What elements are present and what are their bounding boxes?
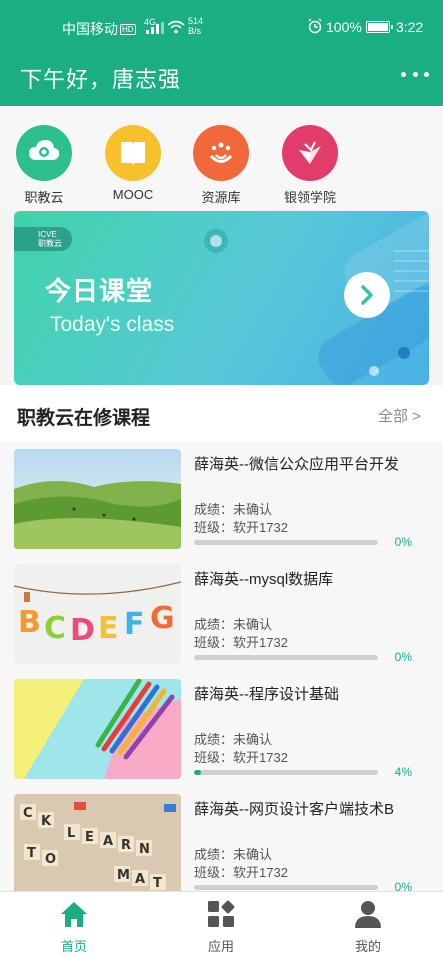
- app-label: 资源库: [201, 190, 241, 205]
- svg-text:F: F: [124, 607, 145, 642]
- tab-profile[interactable]: 我的: [318, 900, 418, 955]
- svg-text:M: M: [117, 868, 130, 883]
- tab-label: 应用: [207, 939, 234, 954]
- course-item[interactable]: 薛海英--微信公众应用平台开发 成绩：未确认 班级：软开1732 0%: [0, 449, 443, 564]
- network-speed: 514 B/s: [188, 16, 203, 36]
- profile-icon: [355, 901, 381, 928]
- course-grade: 成绩：未确认: [194, 732, 273, 747]
- banner-title: 今日课堂: [45, 276, 154, 306]
- banner-subtitle: Today's class: [50, 313, 175, 336]
- resource-icon: [193, 125, 249, 181]
- svg-text:R: R: [121, 838, 131, 853]
- course-grade: 成绩：未确认: [194, 847, 273, 862]
- app-label: 职教云: [24, 190, 64, 205]
- progress-bar: [194, 655, 378, 660]
- battery-level: 100%: [326, 19, 362, 35]
- svg-text:B: B: [18, 605, 41, 640]
- home-icon: [61, 902, 87, 927]
- course-class: 班级：软开1732: [194, 865, 288, 880]
- app-label: MOOC: [112, 187, 154, 202]
- svg-text:A: A: [135, 872, 145, 887]
- signal-icon: [146, 22, 164, 34]
- today-class-banner[interactable]: ICVE 职教云 今日课堂 Today's class: [14, 211, 429, 385]
- greeting-title: 下午好，唐志强: [20, 67, 182, 92]
- quick-apps: 职教云 MOOC 资源库 银领学院: [0, 106, 443, 210]
- app-resource-library[interactable]: 资源库: [181, 125, 261, 206]
- course-item[interactable]: B C D E F G 薛海英--mysql数据库 成绩：未确认 班级：软开17…: [0, 564, 443, 679]
- battery-icon: [366, 21, 393, 33]
- speed-value: 514: [188, 16, 204, 26]
- course-name: 薛海英--微信公众应用平台开发: [194, 456, 399, 473]
- section-title: 职教云在修课程: [17, 408, 151, 429]
- clock: 3:22: [396, 19, 424, 35]
- svg-text:K: K: [41, 814, 52, 829]
- banner-decoration: [204, 212, 429, 385]
- app-mooc[interactable]: MOOC: [93, 125, 173, 202]
- status-bar: 中国移动 HD 4G 514 B/s 100% 3:22: [0, 0, 443, 50]
- svg-text:T: T: [27, 846, 36, 861]
- course-thumbnail: [14, 449, 181, 549]
- course-thumbnail: [14, 679, 181, 779]
- progress-bar: [194, 885, 378, 890]
- tab-apps[interactable]: 应用: [171, 900, 271, 955]
- academy-icon: [282, 125, 338, 181]
- svg-text:G: G: [150, 601, 175, 636]
- svg-text:E: E: [98, 611, 119, 646]
- course-grade: 成绩：未确认: [194, 617, 273, 632]
- progress-label: 0%: [394, 535, 412, 549]
- svg-text:T: T: [153, 876, 162, 891]
- carrier-label: 中国移动: [62, 21, 118, 37]
- book-icon: [105, 125, 161, 181]
- svg-text:L: L: [67, 826, 75, 841]
- app-label: 银领学院: [283, 190, 336, 205]
- alarm-icon: [308, 18, 322, 34]
- tab-home[interactable]: 首页: [24, 900, 124, 955]
- view-all-link[interactable]: 全部 >: [378, 405, 421, 426]
- course-thumbnail: B C D E F G: [14, 564, 181, 664]
- speed-unit: B/s: [188, 26, 202, 36]
- svg-text:D: D: [70, 613, 95, 648]
- tab-label: 首页: [60, 939, 87, 954]
- svg-text:E: E: [85, 830, 94, 845]
- course-grade: 成绩：未确认: [194, 502, 273, 517]
- course-thumbnail: C K L E A R N T O M A T: [14, 794, 181, 891]
- top-bar: 中国移动 HD 4G 514 B/s 100% 3:22 下午好，唐志强: [0, 0, 443, 106]
- more-dots-icon[interactable]: [398, 62, 432, 86]
- wifi-icon: [167, 20, 185, 34]
- bottom-navigation: 首页 应用 我的: [0, 891, 443, 960]
- progress-fill: [194, 770, 202, 775]
- svg-text:A: A: [103, 834, 113, 849]
- course-name: 薛海英--mysql数据库: [194, 571, 334, 588]
- course-item[interactable]: 薛海英--程序设计基础 成绩：未确认 班级：软开1732 4%: [0, 679, 443, 794]
- logo-subtext: 职教云: [38, 239, 62, 248]
- cloud-icon: [16, 125, 72, 181]
- chevron-right-icon[interactable]: [344, 272, 390, 318]
- course-item[interactable]: C K L E A R N T O M A T 薛海英--网页设计客户端技术B …: [0, 794, 443, 891]
- carrier-name: 中国移动 HD: [62, 19, 136, 39]
- courses-section-header: 职教云在修课程 全部 >: [0, 385, 443, 442]
- course-list: 薛海英--微信公众应用平台开发 成绩：未确认 班级：软开1732 0% B C …: [0, 442, 443, 891]
- logo-text: ICVE: [38, 230, 57, 239]
- progress-label: 0%: [394, 650, 412, 664]
- tab-label: 我的: [354, 939, 381, 954]
- progress-label: 0%: [394, 880, 412, 891]
- icve-logo: ICVE 职教云: [14, 227, 72, 251]
- course-name: 薛海英--网页设计客户端技术B: [194, 801, 394, 818]
- progress-bar: [194, 770, 378, 775]
- svg-text:C: C: [44, 611, 66, 646]
- apps-icon: [208, 900, 235, 927]
- app-zhijiaoyun[interactable]: 职教云: [4, 125, 84, 206]
- course-class: 班级：软开1732: [194, 635, 288, 650]
- app-yinling-academy[interactable]: 银领学院: [270, 125, 350, 206]
- course-class: 班级：软开1732: [194, 750, 288, 765]
- progress-label: 4%: [394, 765, 412, 779]
- hd-badge: HD: [120, 24, 136, 35]
- progress-bar: [194, 540, 378, 545]
- course-name: 薛海英--程序设计基础: [194, 686, 339, 703]
- svg-text:N: N: [139, 842, 150, 857]
- course-class: 班级：软开1732: [194, 520, 288, 535]
- svg-text:O: O: [45, 852, 56, 867]
- svg-text:C: C: [23, 806, 33, 821]
